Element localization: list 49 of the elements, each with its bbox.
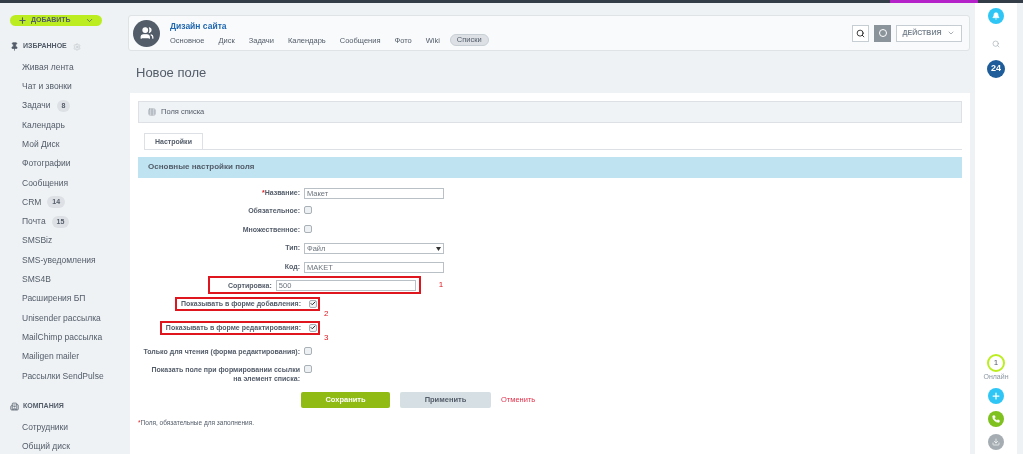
group-avatar-icon [133,19,160,47]
sidebar-item[interactable]: Задачи [22,99,51,113]
sidebar-item[interactable]: Живая лента [22,60,74,74]
sidebar-item[interactable]: Фотографии [22,157,71,170]
sidebar-item[interactable]: SMS-уведомления [22,253,96,267]
sidebar-item[interactable]: Unisender рассылка [22,311,101,325]
phone-icon[interactable] [988,411,1004,427]
page-title: Новое поле [136,64,208,82]
sidebar-item[interactable]: Календарь [22,118,65,132]
group-title[interactable]: Дизайн сайта [170,19,489,33]
checkbox[interactable] [304,224,312,233]
sidebar-item[interactable]: MailChimp рассылка [22,330,103,344]
search-icon[interactable] [992,40,1000,48]
marker-number: 2 [324,308,329,318]
sidebar-item[interactable]: Чат и звонки [22,80,72,93]
sidebar-item[interactable]: Общий диск [22,440,70,453]
pin-icon [10,42,19,51]
counter-badge[interactable]: 24 [987,60,1005,78]
sidebar-item[interactable]: Сотрудники [22,420,69,434]
sidebar-item[interactable]: SMSBiz [22,234,53,248]
online-counter[interactable]: 1 [987,353,1005,372]
checkbox[interactable] [304,206,312,214]
checkbox[interactable] [304,365,312,373]
marker-number: 3 [324,332,329,342]
sidebar-item[interactable]: SMS4B [22,273,51,286]
sidebar-item[interactable]: CRM [22,195,42,209]
settings-icon [72,42,81,51]
plus-icon [18,15,27,25]
building-icon [10,402,19,412]
checkbox[interactable] [309,299,317,308]
add-icon[interactable] [988,388,1004,404]
caret-icon [947,29,956,37]
checkbox[interactable] [309,323,317,332]
table-icon [148,107,156,116]
sidebar-item[interactable]: Сообщения [22,176,69,190]
download-icon[interactable] [988,434,1004,450]
dropdown-arrow-icon [436,247,441,251]
sidebar-item[interactable]: Почта [22,215,46,228]
search-icon [856,28,865,38]
sidebar-item[interactable]: Рассылки SendPulse [22,369,104,383]
sidebar-item[interactable]: Расширения БП [22,292,86,306]
checkbox[interactable] [304,346,312,355]
search-button[interactable] [852,24,869,42]
notifications-icon[interactable] [988,8,1004,24]
sidebar-item[interactable]: Mailigen mailer [22,350,80,363]
section-header: Основные настройки поля [138,156,962,178]
marker-number: 1 [438,279,444,291]
sidebar-item[interactable]: Мой Диск [22,137,60,151]
info-button[interactable] [874,24,891,42]
